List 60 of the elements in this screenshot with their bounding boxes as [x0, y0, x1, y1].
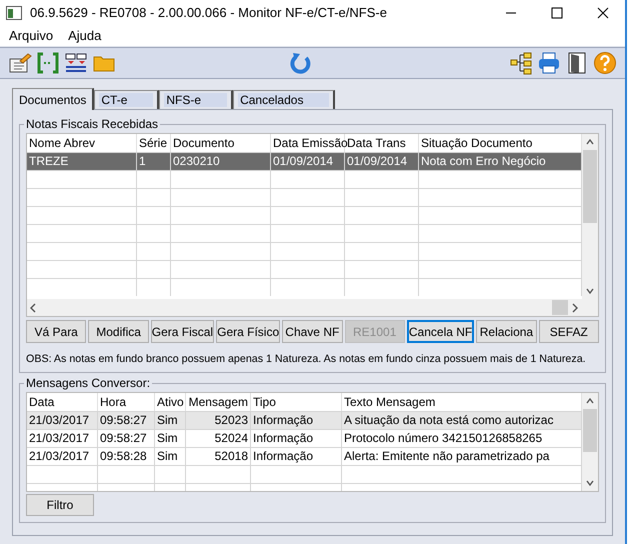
table-row[interactable]: 21/03/2017 09:58:27 Sim 52023 Informação A situação da nota está como autorizac [27, 411, 582, 429]
refresh-icon[interactable] [288, 51, 312, 75]
table-cell: 21/03/2017 [29, 431, 90, 445]
scroll-thumb[interactable] [583, 150, 597, 223]
table-cell: 52024 [214, 431, 248, 445]
table-cell: Alerta: Emitente não parametrizado pa [344, 449, 550, 463]
menu-item[interactable]: Arquivo [9, 26, 54, 46]
window-title: 06.9.5629 - RE0708 - 2.00.00.066 - Monitor NF-e/CT-e/NFS-e [30, 4, 388, 22]
tab[interactable]: Documentos [12, 88, 94, 110]
action-button[interactable]: Gera Fiscal [150, 320, 214, 343]
table-cell: Informação [253, 449, 314, 463]
print-icon[interactable] [537, 51, 561, 75]
action-button[interactable]: Chave NF [282, 320, 342, 343]
list-icon[interactable] [64, 51, 88, 75]
vertical-scrollbar[interactable] [582, 134, 598, 299]
help-icon[interactable] [593, 51, 617, 75]
table-cell: Informação [253, 431, 314, 445]
tab[interactable]: CT-e [94, 90, 160, 109]
scroll-thumb[interactable] [552, 300, 568, 315]
tab[interactable]: Cancelados [233, 90, 336, 109]
table-cell: Sim [157, 431, 178, 445]
table-cell: 21/03/2017 [29, 413, 90, 427]
menu-item[interactable]: Ajuda [68, 26, 102, 46]
table-cell: Sim [157, 413, 178, 427]
table-row[interactable]: 21/03/2017 09:58:28 Sim 52018 Informação Alerta: Emitente não parametrizado pa [27, 447, 582, 465]
close-icon[interactable] [597, 7, 609, 19]
table-cell: 09:58:27 [100, 413, 147, 427]
action-button[interactable]: Relaciona [476, 320, 537, 343]
action-button[interactable]: Gera Físico [216, 320, 280, 343]
note-text: OBS: As notas em fundo branco possuem apenas 1 Natureza. As notas em fundo cinza possuem mais de 1 Natureza. [26, 352, 587, 366]
table-cell: Protocolo número 342150126858265 [344, 431, 542, 445]
table-cell: 0230210 [173, 154, 220, 168]
table-cell: 1 [139, 154, 146, 168]
action-button[interactable]: SEFAZ [538, 320, 599, 343]
table-cell: 01/09/2014 [273, 154, 334, 168]
action-button[interactable]: Cancela NF [406, 320, 474, 343]
table-cell: TREZE [29, 154, 68, 168]
table-row[interactable]: 21/03/2017 09:58:27 Sim 52024 Informação Protocolo número 342150126858265 [27, 429, 582, 447]
table-cell: 01/09/2014 [347, 154, 408, 168]
filter-button[interactable]: Filtro [26, 494, 94, 516]
tab[interactable]: NFS-e [159, 90, 234, 109]
table-cell: 09:58:27 [100, 431, 147, 445]
table-cell: Sim [157, 449, 178, 463]
action-button[interactable]: Modifica [88, 320, 149, 343]
scroll-thumb[interactable] [583, 409, 597, 452]
table-row[interactable]: TREZE 1 0230210 01/09/2014 01/09/2014 Nota com Erro Negócio [27, 152, 582, 170]
action-button[interactable]: Vá Para [26, 320, 86, 343]
table-cell: A situação da nota está como autorizac [344, 413, 554, 427]
document-edit-icon[interactable] [8, 51, 32, 75]
maximize-icon[interactable] [551, 7, 563, 19]
table-cell: Nota com Erro Negócio [421, 154, 546, 168]
tree-icon[interactable] [509, 51, 533, 75]
table-cell: 52018 [214, 449, 248, 463]
app-icon [6, 6, 22, 20]
table-cell: 09:58:28 [100, 449, 147, 463]
table-cell: 52023 [214, 413, 248, 427]
horizontal-scrollbar[interactable] [27, 299, 598, 316]
vertical-scrollbar[interactable] [582, 393, 598, 491]
table-cell: Informação [253, 413, 314, 427]
table-cell: 21/03/2017 [29, 449, 90, 463]
